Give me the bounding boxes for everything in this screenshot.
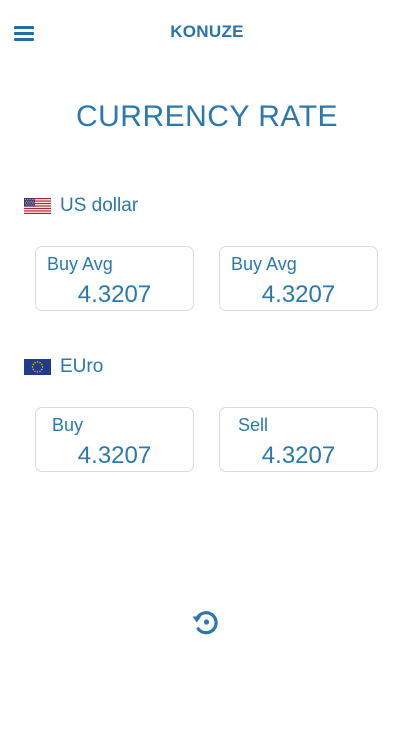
eu-flag-icon [24,359,51,375]
rate-card-label: Sell [238,415,269,435]
currency-name-eur: EUro [60,356,104,377]
eur-sell-card: Sell 4.3207 [219,407,378,472]
rate-card-label: Buy [52,415,84,435]
currency-header-eur: EUro [24,355,103,379]
eur-buy-card: Buy 4.3207 [35,407,194,472]
page-title: CURRENCY RATE [75,100,339,133]
refresh-button[interactable] [190,606,222,638]
rate-card-value: 4.3207 [261,442,336,469]
refresh-history-icon [192,611,218,635]
usd-rate-card-left: Buy Avg 4.3207 [35,246,194,311]
rate-card-value: 4.3207 [77,442,152,469]
rate-card-label: Buy Avg [231,254,297,274]
rate-card-value: 4.3207 [77,281,152,308]
us-flag-icon [24,198,51,214]
currency-name-usd: US dollar [60,195,139,216]
currency-header-usd: US dollar [24,194,138,218]
app-header: KONUZE [0,0,414,64]
rate-card-label: Buy Avg [47,254,113,274]
app-title: KONUZE [170,22,244,41]
usd-rate-card-right: Buy Avg 4.3207 [219,246,378,311]
rate-card-value: 4.3207 [261,281,336,308]
